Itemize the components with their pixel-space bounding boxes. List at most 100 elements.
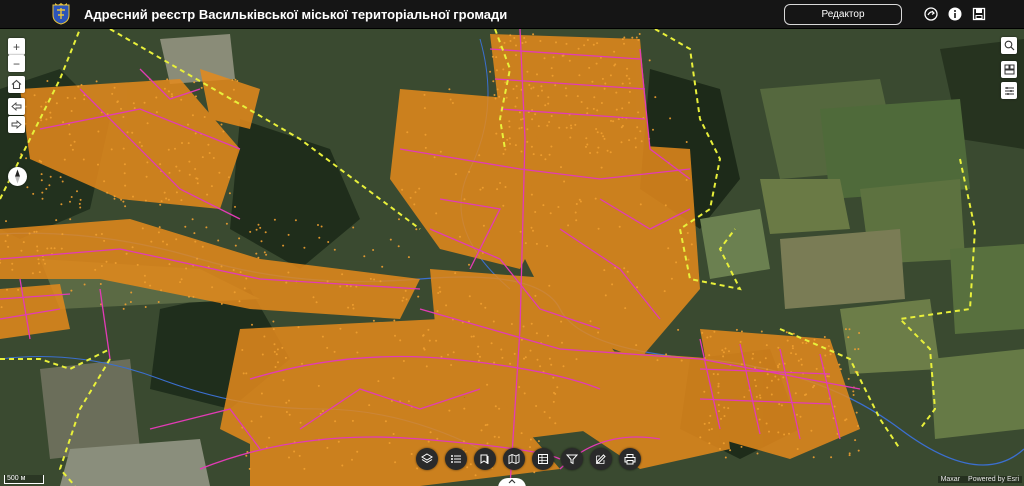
- address-point[interactable]: [40, 105, 43, 108]
- address-point[interactable]: [852, 390, 855, 393]
- address-point[interactable]: [264, 231, 267, 234]
- address-point[interactable]: [143, 274, 146, 277]
- address-point[interactable]: [743, 396, 746, 398]
- address-point[interactable]: [498, 407, 501, 410]
- address-point[interactable]: [558, 126, 561, 129]
- address-point[interactable]: [170, 93, 173, 96]
- address-point[interactable]: [493, 435, 496, 438]
- address-point[interactable]: [500, 348, 503, 351]
- address-point[interactable]: [628, 77, 631, 80]
- address-point[interactable]: [205, 226, 208, 229]
- address-point[interactable]: [392, 377, 395, 380]
- address-point[interactable]: [578, 74, 581, 77]
- address-point[interactable]: [351, 419, 354, 422]
- address-point[interactable]: [394, 334, 396, 337]
- address-point[interactable]: [839, 368, 842, 371]
- address-point[interactable]: [491, 55, 494, 58]
- address-point[interactable]: [621, 107, 624, 110]
- address-point[interactable]: [791, 345, 794, 347]
- address-point[interactable]: [594, 197, 597, 200]
- address-point[interactable]: [518, 127, 521, 130]
- address-point[interactable]: [144, 199, 147, 202]
- address-point[interactable]: [631, 36, 634, 39]
- address-point[interactable]: [131, 131, 134, 134]
- address-point[interactable]: [708, 442, 711, 445]
- address-point[interactable]: [636, 126, 639, 129]
- address-point[interactable]: [25, 157, 28, 160]
- address-point[interactable]: [751, 357, 754, 360]
- layer-list-button[interactable]: [1001, 82, 1017, 99]
- address-point[interactable]: [777, 431, 780, 434]
- basemap-button[interactable]: [503, 448, 525, 470]
- address-point[interactable]: [548, 153, 551, 156]
- address-point[interactable]: [778, 403, 781, 406]
- address-point[interactable]: [155, 111, 158, 114]
- address-point[interactable]: [372, 249, 375, 251]
- address-point[interactable]: [766, 368, 769, 371]
- address-point[interactable]: [41, 191, 44, 194]
- address-point[interactable]: [33, 94, 36, 97]
- address-point[interactable]: [625, 74, 628, 77]
- address-point[interactable]: [257, 256, 260, 259]
- address-point[interactable]: [273, 350, 276, 353]
- address-point[interactable]: [600, 102, 603, 104]
- address-point[interactable]: [413, 203, 416, 206]
- address-point[interactable]: [530, 193, 533, 196]
- address-point[interactable]: [436, 437, 439, 440]
- address-point[interactable]: [530, 226, 533, 229]
- address-point[interactable]: [768, 430, 770, 433]
- address-point[interactable]: [59, 176, 62, 179]
- address-point[interactable]: [159, 163, 162, 166]
- address-point[interactable]: [146, 161, 149, 164]
- address-point[interactable]: [37, 258, 40, 261]
- legend-button[interactable]: [445, 448, 467, 470]
- address-point[interactable]: [547, 96, 550, 99]
- address-point[interactable]: [765, 422, 768, 425]
- address-point[interactable]: [49, 116, 52, 119]
- address-point[interactable]: [428, 339, 431, 342]
- address-point[interactable]: [596, 42, 599, 45]
- address-point[interactable]: [635, 344, 638, 347]
- address-point[interactable]: [493, 94, 496, 96]
- address-point[interactable]: [188, 160, 191, 163]
- address-point[interactable]: [232, 269, 235, 271]
- address-point[interactable]: [813, 384, 816, 387]
- address-point[interactable]: [192, 295, 195, 298]
- address-point[interactable]: [116, 101, 119, 103]
- address-point[interactable]: [245, 454, 248, 457]
- address-point[interactable]: [285, 281, 288, 284]
- save-icon[interactable]: [972, 7, 986, 21]
- address-point[interactable]: [497, 436, 500, 439]
- address-point[interactable]: [832, 417, 835, 420]
- address-point[interactable]: [854, 439, 857, 442]
- address-point[interactable]: [561, 54, 564, 57]
- address-point[interactable]: [122, 307, 125, 310]
- address-point[interactable]: [6, 288, 8, 291]
- address-point[interactable]: [17, 288, 20, 291]
- address-point[interactable]: [548, 284, 551, 287]
- address-point[interactable]: [479, 188, 482, 191]
- address-point[interactable]: [496, 88, 499, 91]
- address-point[interactable]: [207, 143, 210, 146]
- address-point[interactable]: [574, 211, 577, 214]
- address-point[interactable]: [69, 218, 72, 221]
- address-point[interactable]: [826, 375, 829, 378]
- address-point[interactable]: [536, 358, 539, 361]
- address-point[interactable]: [195, 95, 197, 98]
- address-point[interactable]: [759, 396, 762, 399]
- address-point[interactable]: [288, 399, 290, 402]
- address-point[interactable]: [520, 338, 523, 341]
- address-point[interactable]: [273, 343, 276, 346]
- address-point[interactable]: [334, 420, 337, 423]
- address-point[interactable]: [351, 458, 353, 461]
- address-point[interactable]: [770, 393, 773, 396]
- zoom-out-button[interactable]: −: [8, 55, 25, 72]
- address-point[interactable]: [717, 385, 720, 388]
- address-point[interactable]: [284, 356, 287, 359]
- address-point[interactable]: [493, 361, 496, 364]
- address-point[interactable]: [265, 253, 268, 256]
- address-point[interactable]: [759, 361, 762, 364]
- address-point[interactable]: [586, 112, 589, 115]
- address-point[interactable]: [194, 132, 197, 135]
- address-point[interactable]: [438, 286, 441, 289]
